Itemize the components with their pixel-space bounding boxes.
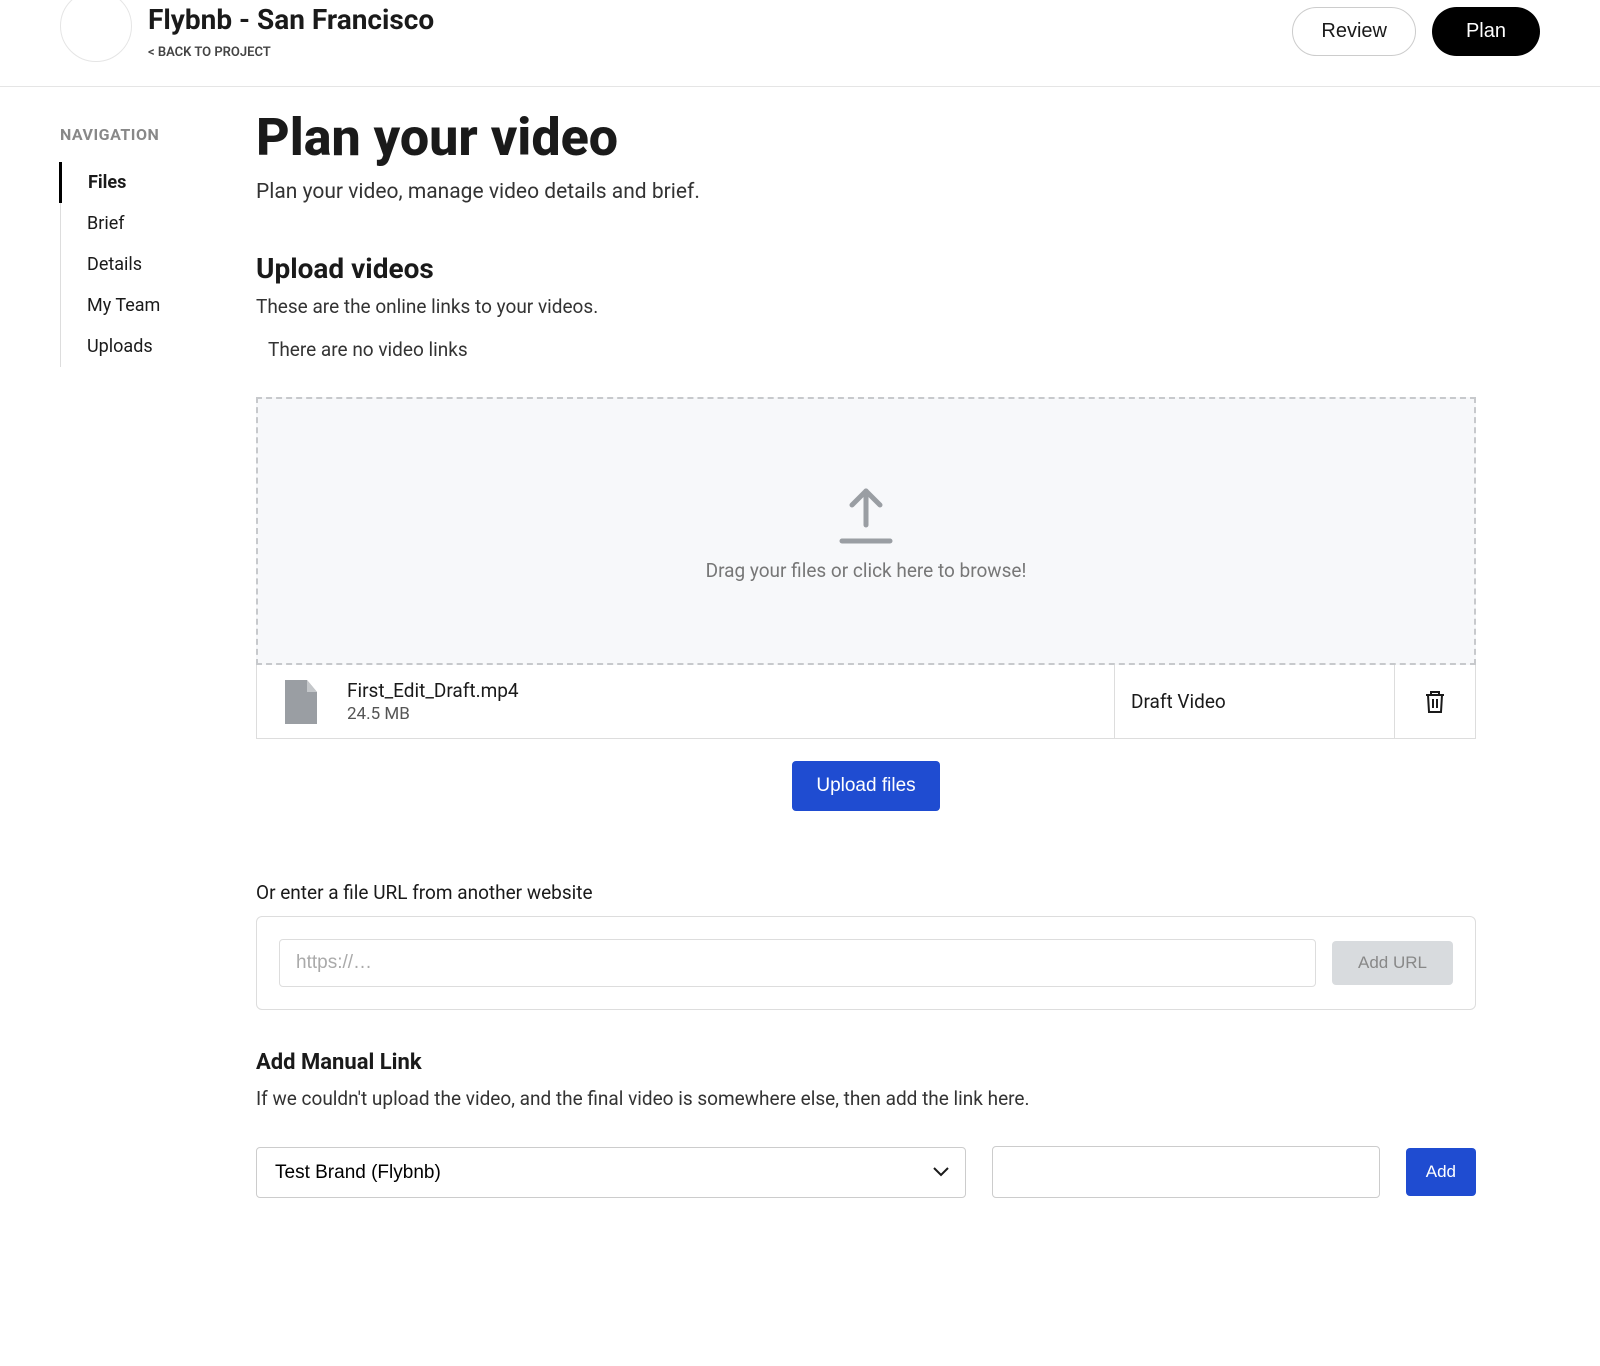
add-url-button[interactable]: Add URL	[1332, 941, 1453, 985]
file-icon	[283, 680, 319, 724]
file-name: First_Edit_Draft.mp4	[347, 679, 519, 702]
sidebar-item-my-team[interactable]: My Team	[59, 285, 256, 326]
file-row: First_Edit_Draft.mp4 24.5 MB Draft Video	[256, 665, 1476, 739]
manual-link-subheading: If we couldn't upload the video, and the…	[256, 1087, 1476, 1110]
file-kind-label: Draft Video	[1131, 690, 1226, 713]
file-main-cell: First_Edit_Draft.mp4 24.5 MB	[257, 665, 1115, 738]
sidebar: NAVIGATION Files Brief Details My Team U…	[0, 87, 256, 1278]
page-title: Plan your video	[256, 107, 1476, 168]
project-title: Flybnb - San Francisco	[148, 2, 434, 38]
sidebar-item-uploads[interactable]: Uploads	[59, 326, 256, 367]
manual-link-heading: Add Manual Link	[256, 1050, 1476, 1075]
sidebar-item-files[interactable]: Files	[59, 162, 256, 203]
header-left: Flybnb - San Francisco < BACK TO PROJECT	[60, 0, 434, 62]
upload-files-button[interactable]: Upload files	[792, 761, 939, 811]
brand-select-wrap: Test Brand (Flybnb)	[256, 1147, 966, 1198]
title-block: Flybnb - San Francisco < BACK TO PROJECT	[148, 2, 434, 59]
file-url-input[interactable]	[279, 939, 1316, 987]
delete-file-button[interactable]	[1395, 665, 1475, 738]
sidebar-item-label: Files	[88, 172, 126, 193]
page-subtitle: Plan your video, manage video details an…	[256, 180, 1476, 204]
trash-icon	[1424, 690, 1446, 714]
back-to-project-link[interactable]: < BACK TO PROJECT	[148, 45, 434, 60]
brand-select[interactable]: Test Brand (Flybnb)	[256, 1147, 966, 1198]
project-avatar	[60, 0, 132, 62]
file-kind-cell: Draft Video	[1115, 665, 1395, 738]
upload-icon	[834, 481, 898, 545]
review-button[interactable]: Review	[1292, 7, 1416, 56]
nav-list: Files Brief Details My Team Uploads	[60, 162, 256, 367]
upload-subheading: These are the online links to your video…	[256, 295, 1476, 318]
plan-button[interactable]: Plan	[1432, 7, 1540, 56]
file-dropzone[interactable]: Drag your files or click here to browse!	[256, 397, 1476, 665]
manual-link-row: Test Brand (Flybnb) Add	[256, 1146, 1476, 1198]
no-video-links-message: There are no video links	[256, 338, 1476, 361]
main-content: Plan your video Plan your video, manage …	[256, 87, 1536, 1278]
sidebar-item-brief[interactable]: Brief	[59, 203, 256, 244]
manual-link-input[interactable]	[992, 1146, 1380, 1198]
sidebar-item-label: Brief	[87, 213, 125, 234]
url-section-label: Or enter a file URL from another website	[256, 881, 1476, 904]
file-info: First_Edit_Draft.mp4 24.5 MB	[347, 679, 519, 724]
sidebar-item-label: My Team	[87, 295, 160, 316]
url-panel: Add URL	[256, 916, 1476, 1010]
sidebar-item-label: Details	[87, 254, 142, 275]
sidebar-item-details[interactable]: Details	[59, 244, 256, 285]
header-bar: Flybnb - San Francisco < BACK TO PROJECT…	[0, 0, 1600, 87]
add-manual-link-button[interactable]: Add	[1406, 1148, 1476, 1196]
sidebar-item-label: Uploads	[87, 336, 153, 357]
file-size: 24.5 MB	[347, 704, 519, 724]
dropzone-text: Drag your files or click here to browse!	[706, 559, 1027, 582]
upload-heading: Upload videos	[256, 252, 1476, 285]
nav-heading: NAVIGATION	[60, 125, 256, 144]
header-right: Review Plan	[1292, 7, 1540, 56]
